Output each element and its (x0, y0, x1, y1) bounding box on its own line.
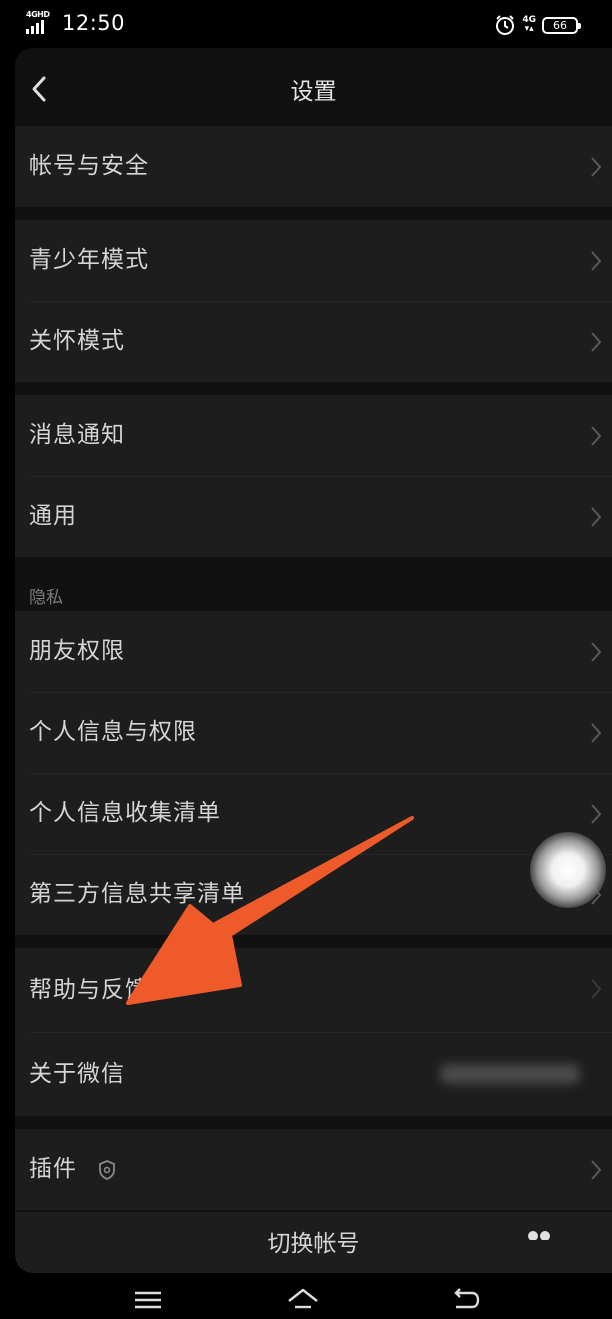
row-teen-mode[interactable]: 青少年模式 (15, 220, 612, 301)
row-label: 关于微信 (29, 1061, 125, 1087)
clock: 12:50 (62, 11, 126, 35)
mobile-data-label: 4G (522, 15, 536, 25)
row-general[interactable]: 通用 (15, 476, 612, 557)
mobile-data-icon: 4G ▾▴ (522, 15, 536, 34)
plugins-group: 插件 (15, 1129, 612, 1210)
row-plugins[interactable]: 插件 (15, 1129, 612, 1210)
row-label: 插件 (29, 1156, 77, 1182)
row-help-feedback[interactable]: 帮助与反馈 (15, 948, 612, 1032)
shield-icon (99, 1160, 115, 1180)
row-personal-info-permissions[interactable]: 个人信息与权限 (15, 692, 612, 773)
floating-assistive-ball[interactable] (530, 832, 606, 908)
privacy-group: 朋友权限 个人信息与权限 个人信息收集清单 第三方信息共享清单 (15, 611, 612, 935)
battery-level: 66 (553, 18, 567, 32)
row-label: 消息通知 (29, 422, 125, 448)
menu-icon[interactable] (131, 1285, 165, 1313)
chevron-right-icon (591, 1160, 602, 1180)
back-icon[interactable] (448, 1285, 482, 1313)
divider (29, 476, 612, 477)
settings-page: 设置 帐号与安全 青少年模式 关怀模式 消息通知 通用 隐私 朋友权限 个人信息… (15, 48, 612, 1273)
cellular-signal-icon: 4GHD (26, 10, 56, 36)
status-right: 4G ▾▴ 66 (494, 14, 581, 36)
switch-account-label: 切换帐号 (267, 1231, 360, 1257)
row-label: 朋友权限 (29, 638, 125, 664)
row-notifications[interactable]: 消息通知 (15, 395, 612, 476)
page-title: 设置 (290, 79, 337, 105)
status-bar: 4GHD 12:50 4G ▾▴ 66 (0, 0, 612, 50)
status-left: 4GHD 12:50 (26, 10, 125, 36)
chevron-right-icon (591, 507, 602, 527)
chevron-right-icon (591, 804, 602, 824)
chevron-right-icon (591, 157, 602, 177)
switch-account-button[interactable]: 切换帐号 (15, 1212, 612, 1273)
row-label: 青少年模式 (29, 247, 149, 273)
chevron-right-icon (591, 979, 602, 999)
chevron-right-icon (591, 723, 602, 743)
row-info-collection-list[interactable]: 个人信息收集清单 (15, 773, 612, 854)
general-group: 消息通知 通用 (15, 395, 612, 557)
alarm-icon (496, 15, 515, 35)
row-friend-permissions[interactable]: 朋友权限 (15, 611, 612, 692)
system-navigation-bar (0, 1273, 612, 1319)
help-group: 帮助与反馈 关于微信 (15, 948, 612, 1116)
phone-screen: 4GHD 12:50 4G ▾▴ 66 设置 帐号与安全 青少年模式 关怀模式 … (0, 0, 612, 1319)
chevron-right-icon (591, 251, 602, 271)
nav-bar: 设置 (15, 48, 612, 126)
row-care-mode[interactable]: 关怀模式 (15, 301, 612, 382)
version-info-blurred (440, 1064, 580, 1084)
privacy-section-label: 隐私 (29, 588, 63, 608)
chevron-right-icon (591, 332, 602, 352)
row-label: 通用 (29, 503, 77, 529)
row-label: 帮助与反馈 (29, 977, 149, 1003)
more-dots-icon (528, 1231, 550, 1240)
battery-icon: 66 (542, 16, 581, 34)
chevron-right-icon (591, 426, 602, 446)
modes-group: 青少年模式 关怀模式 (15, 220, 612, 382)
network-type: 4GHD (26, 10, 50, 19)
chevron-right-icon (591, 642, 602, 662)
row-label: 帐号与安全 (29, 153, 149, 179)
row-label: 个人信息收集清单 (29, 800, 221, 826)
row-third-party-sharing-list[interactable]: 第三方信息共享清单 (15, 854, 612, 935)
row-label: 第三方信息共享清单 (29, 881, 245, 907)
home-icon[interactable] (286, 1285, 320, 1313)
row-about-wechat[interactable]: 关于微信 (15, 1032, 612, 1116)
row-label: 关怀模式 (29, 328, 125, 354)
account-group: 帐号与安全 (15, 126, 612, 207)
row-label: 个人信息与权限 (29, 719, 197, 745)
row-account-security[interactable]: 帐号与安全 (15, 126, 612, 207)
